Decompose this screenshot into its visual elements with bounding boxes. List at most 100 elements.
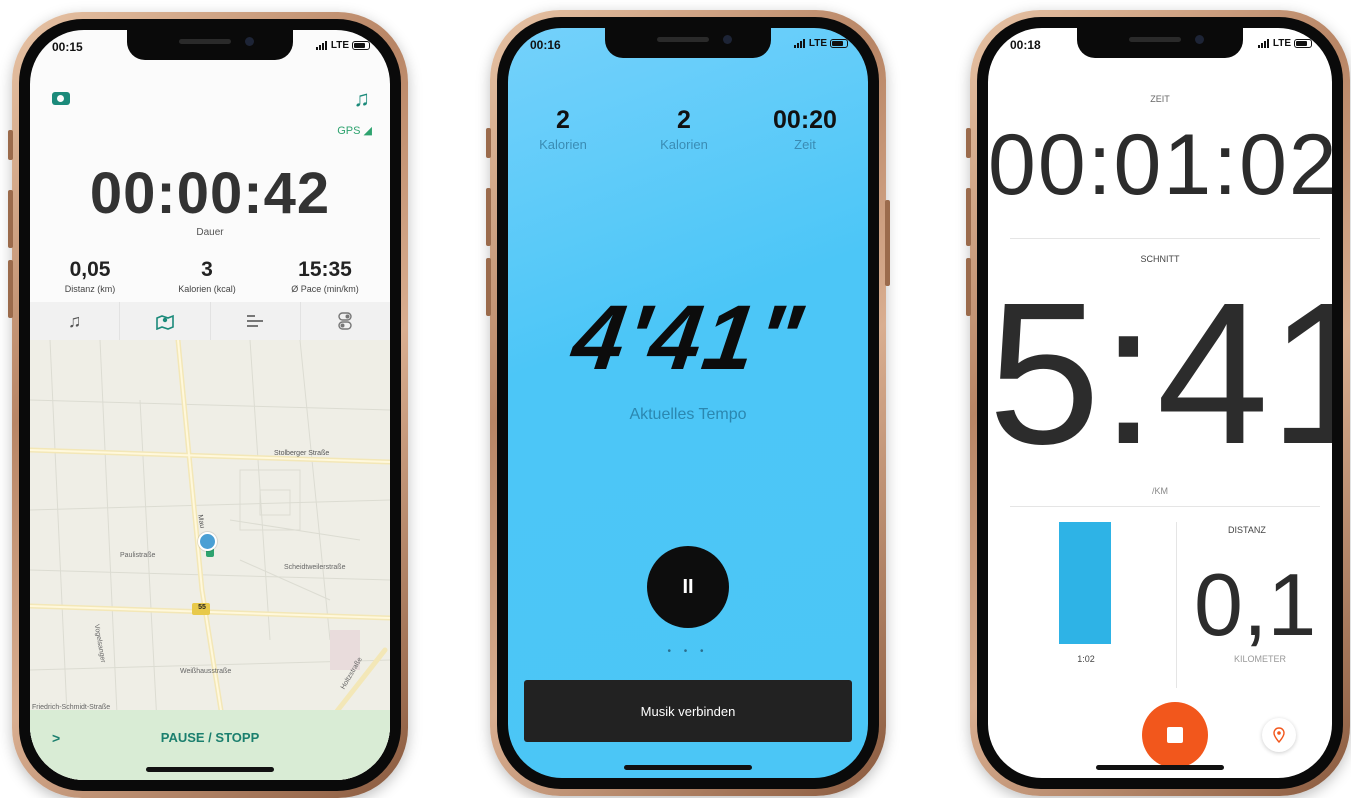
side-button [486,128,491,158]
volume-up-button [966,188,971,246]
map-street-label: Stolberger Straße [274,450,330,457]
tab-map[interactable] [120,302,211,340]
stat-label: Distanz (km) [64,284,116,294]
side-button [966,128,971,158]
status-indicators: LTE [315,40,370,51]
volume-down-button [486,258,491,316]
screen: 00:18 LTE ZEIT 00:01:02 SCHNITT 5:41 /KM… [988,28,1332,778]
top-stat-calories-2: 2 Kalorien [639,106,729,152]
phone-3: 00:18 LTE ZEIT 00:01:02 SCHNITT 5:41 /KM… [966,10,1350,796]
stat-value: 15:35 [298,258,352,281]
map-icon [156,314,174,330]
stat-label: Zeit [794,137,816,152]
split-bar-label: 1:02 [1077,654,1095,664]
network-label: LTE [330,40,349,51]
location-button[interactable] [1262,718,1296,752]
stat-distance: 0,05 Distanz (km) [30,258,150,294]
side-button [8,130,13,160]
tab-bar: ♫ [30,302,390,340]
status-time: 00:15 [52,40,83,54]
stat-value: 3 [201,258,213,281]
home-indicator[interactable] [1096,765,1224,770]
connect-music-button[interactable]: Musik verbinden [524,680,852,742]
signal-icon [793,39,806,48]
gps-label: GPS [337,125,361,137]
duration-label: Dauer [196,227,224,238]
tab-settings[interactable] [301,302,390,340]
tab-stats[interactable] [211,302,301,340]
stat-value: 0,05 [69,258,111,281]
distance-value: 0,1 [1194,555,1317,654]
unit-label: /KM [1151,486,1168,496]
stat-label: Kalorien [660,137,708,152]
status-bar: 00:16 LTE [530,38,848,56]
network-label: LTE [1272,38,1291,49]
current-pace-label: Aktuelles Tempo [629,406,747,423]
battery-icon [830,39,848,48]
network-label: LTE [808,38,827,49]
list-icon [247,315,264,327]
battery-icon [352,41,370,50]
pause-stop-button[interactable]: PAUSE / STOPP [30,730,390,745]
stat-value: 2 [677,106,691,134]
gps-indicator: GPS ◢ [337,125,372,137]
duration-timer: 00:00:42 [89,161,331,226]
road-number-badge: 55 [198,604,206,611]
tab-music[interactable]: ♫ [30,302,121,340]
toggle-icon [338,312,353,330]
power-button [885,200,890,286]
stat-value: 2 [556,106,570,134]
stat-label: Kalorien (kcal) [178,284,236,294]
battery-icon [1294,39,1312,48]
status-bar: 00:18 LTE [1010,38,1312,56]
home-indicator[interactable] [146,767,274,772]
map-street-label: Paulistraße [120,552,156,559]
average-pace: 5:41 [988,260,1332,486]
phone-bezel: 00:18 LTE ZEIT 00:01:02 SCHNITT 5:41 /KM… [977,17,1343,789]
music-note-icon[interactable]: ♫ [354,86,371,112]
music-icon: ♫ [67,310,82,331]
top-stat-time: 00:20 Zeit [760,106,850,152]
stat-calories: 3 Kalorien (kcal) [147,258,267,294]
stop-icon [1167,727,1183,743]
volume-up-button [8,190,13,248]
divider-vertical [1176,522,1177,688]
phone-bezel: 00:15 LTE ♫ GPS ◢ 00:00:42 Dauer 0,05 Di… [19,19,401,791]
screen: 00:16 LTE 2 Kalorien 2 Kalorien 00:20 Ze… [508,28,868,778]
status-indicators: LTE [793,38,848,49]
stat-pace: 15:35 Ø Pace (min/km) [265,258,385,294]
status-indicators: LTE [1257,38,1312,49]
phone-1: 00:15 LTE ♫ GPS ◢ 00:00:42 Dauer 0,05 Di… [8,12,408,798]
map-street-label: Weißhausstraße [180,668,232,675]
pause-icon: II [682,575,694,598]
distance-unit: KILOMETER [1234,654,1287,664]
current-location-icon [198,532,217,551]
location-pin-icon [1273,727,1285,743]
top-stat-calories: 2 Kalorien [518,106,608,152]
page-indicator[interactable]: • • • [508,646,868,657]
divider [1010,506,1320,507]
home-indicator[interactable] [624,765,752,770]
pause-button[interactable]: II [647,546,729,628]
divider [1010,238,1320,239]
volume-up-button [486,188,491,246]
phone-bezel: 00:16 LTE 2 Kalorien 2 Kalorien 00:20 Ze… [497,17,879,789]
stat-label: Kalorien [539,137,587,152]
current-pace: 4'41" [566,287,810,389]
camera-icon[interactable] [52,92,70,105]
volume-down-button [8,260,13,318]
split-bar [1059,522,1111,644]
volume-down-button [966,258,971,316]
elapsed-time: 00:01:02 [988,117,1332,213]
status-time: 00:18 [1010,38,1041,52]
stat-value: 00:20 [773,106,837,134]
map-street-label: Scheidtweilerstraße [284,564,346,571]
stop-button[interactable] [1142,702,1208,768]
signal-icon [1257,39,1270,48]
stat-label: Ø Pace (min/km) [291,284,359,294]
status-bar: 00:15 LTE [52,40,370,58]
signal-icon [315,41,328,50]
distance-label: DISTANZ [1228,525,1266,535]
status-time: 00:16 [530,38,561,52]
screen: 00:15 LTE ♫ GPS ◢ 00:00:42 Dauer 0,05 Di… [30,30,390,780]
